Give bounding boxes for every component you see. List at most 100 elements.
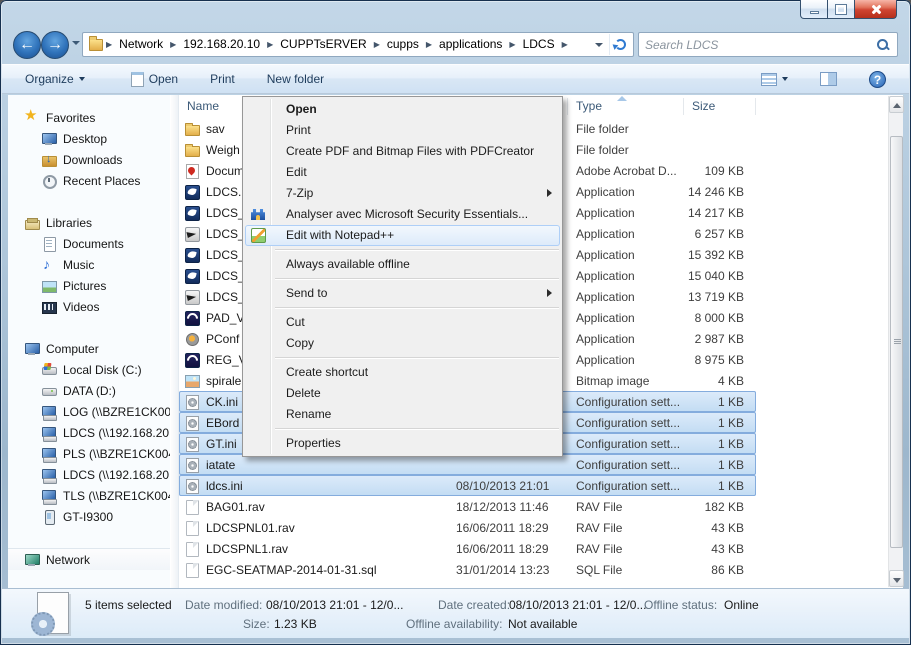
- sidebar-item-computer[interactable]: Computer: [8, 338, 170, 359]
- file-row-ldcspnl1-rav[interactable]: LDCSPNL1.rav16/06/2011 18:29RAV File43 K…: [179, 538, 756, 559]
- navigation-bar: ← → ▶Network▶192.168.20.10▶CUPPTsERVER▶c…: [0, 28, 911, 64]
- sidebar-item-pls-bzre1ck0040[interactable]: PLS (\\BZRE1CK0040: [8, 443, 170, 464]
- menu-item-7-zip[interactable]: 7-Zip: [245, 183, 560, 204]
- menu-item-copy[interactable]: Copy: [245, 333, 560, 354]
- date-created-label: Date created:: [438, 598, 510, 612]
- address-dropdown-icon[interactable]: [595, 43, 603, 47]
- menu-item-edit[interactable]: Edit: [245, 162, 560, 183]
- menu-item-cut[interactable]: Cut: [245, 312, 560, 333]
- search-input[interactable]: [639, 38, 875, 52]
- file-row-egc-seatmap-2014-01-31-sql[interactable]: EGC-SEATMAP-2014-01-31.sql31/01/2014 13:…: [179, 559, 756, 580]
- file-size: 1 KB: [684, 395, 744, 409]
- sidebar-item-network[interactable]: Network: [8, 549, 170, 570]
- menu-item-always-available-offline[interactable]: Always available offline: [245, 254, 560, 275]
- file-name: LDCS.: [206, 185, 241, 199]
- sidebar-item-documents[interactable]: Documents: [8, 233, 170, 254]
- doc-icon: [184, 541, 201, 557]
- file-type: RAV File: [568, 521, 684, 535]
- column-header-size[interactable]: Size: [684, 95, 755, 118]
- file-row-ldcspnl01-rav[interactable]: LDCSPNL01.rav16/06/2011 18:29RAV File43 …: [179, 517, 756, 538]
- breadcrumb-item-192-168-20-10[interactable]: 192.168.20.10: [177, 33, 266, 56]
- menu-item-analyser-avec-microsoft-security-essentials[interactable]: Analyser avec Microsoft Security Essenti…: [245, 204, 560, 225]
- file-size: 1 KB: [684, 416, 744, 430]
- file-type: Bitmap image: [568, 374, 684, 388]
- help-button[interactable]: ?: [860, 67, 895, 92]
- sidebar-item-ldcs-192-168-20-1[interactable]: LDCS (\\192.168.20.1: [8, 464, 170, 485]
- history-dropdown-icon[interactable]: [72, 41, 80, 45]
- file-row-ldcs-ini[interactable]: ldcs.ini08/10/2013 21:01Configuration se…: [179, 475, 756, 496]
- organize-button[interactable]: Organize: [16, 68, 94, 90]
- search-icon[interactable]: [875, 37, 891, 53]
- breadcrumb-arrow-icon: ▶: [508, 40, 516, 49]
- appplane-icon: [184, 226, 201, 242]
- sidebar-item-videos[interactable]: Videos: [8, 296, 170, 317]
- file-size: 8 000 KB: [684, 311, 744, 325]
- sidebar-item-pictures[interactable]: Pictures: [8, 275, 170, 296]
- print-button[interactable]: Print: [201, 68, 244, 90]
- scroll-down-button[interactable]: [889, 570, 904, 587]
- maximize-button[interactable]: [828, 0, 855, 19]
- breadcrumb-arrow-icon: ▶: [169, 40, 177, 49]
- folder-icon: [89, 39, 103, 51]
- sidebar-item-desktop[interactable]: Desktop: [8, 128, 170, 149]
- new-folder-button[interactable]: New folder: [258, 68, 333, 90]
- breadcrumb-item-network[interactable]: Network: [113, 33, 169, 56]
- menu-item-delete[interactable]: Delete: [245, 383, 560, 404]
- sidebar-item-favorites[interactable]: Favorites: [8, 107, 170, 128]
- sidebar-item-gt-i9300[interactable]: GT-I9300: [8, 506, 170, 527]
- menu-item-properties[interactable]: Properties: [245, 433, 560, 454]
- menu-item-print[interactable]: Print: [245, 120, 560, 141]
- close-button[interactable]: [855, 0, 897, 19]
- sidebar-item-local-disk-c[interactable]: Local Disk (C:): [8, 359, 170, 380]
- menu-item-edit-with-notepad[interactable]: Edit with Notepad++: [245, 225, 560, 246]
- file-size: 43 KB: [684, 542, 744, 556]
- file-type: Configuration sett...: [568, 437, 684, 451]
- menu-item-send-to[interactable]: Send to: [245, 283, 560, 304]
- sidebar-item-downloads[interactable]: Downloads: [8, 149, 170, 170]
- file-type: Application: [568, 332, 684, 346]
- menu-separator: [275, 249, 559, 251]
- file-row-iatate[interactable]: iatateConfiguration sett...1 KB: [179, 454, 756, 475]
- breadcrumb-item-ldcs[interactable]: LDCS: [517, 33, 561, 56]
- sidebar-item-libraries[interactable]: Libraries: [8, 212, 170, 233]
- sidebar-item-tls-bzre1ck0040[interactable]: TLS (\\BZRE1CK0040: [8, 485, 170, 506]
- scroll-up-button[interactable]: [889, 96, 904, 113]
- breadcrumb-item-cupps[interactable]: cupps: [381, 33, 425, 56]
- menu-item-rename[interactable]: Rename: [245, 404, 560, 425]
- file-name: GT.ini: [206, 437, 237, 451]
- sidebar-item-music[interactable]: Music: [8, 254, 170, 275]
- address-bar[interactable]: ▶Network▶192.168.20.10▶CUPPTsERVER▶cupps…: [82, 32, 634, 57]
- breadcrumb-item-applications[interactable]: applications: [433, 33, 508, 56]
- pane-splitter[interactable]: [170, 95, 179, 588]
- appblue-icon: [184, 205, 201, 221]
- views-button[interactable]: [752, 69, 797, 90]
- file-name: LDCS_: [206, 290, 245, 304]
- sidebar-item-ldcs-192-168-20-1[interactable]: LDCS (\\192.168.20.1: [8, 422, 170, 443]
- offline-availability-label: Offline availability:: [406, 617, 503, 631]
- sidebar-item-data-d[interactable]: DATA (D:): [8, 380, 170, 401]
- offline-status-label: Offline status:: [644, 598, 717, 612]
- sidebar-item-recent-places[interactable]: Recent Places: [8, 170, 170, 191]
- open-button[interactable]: Open: [122, 68, 187, 91]
- notepad-icon: [131, 72, 144, 87]
- minimize-button[interactable]: [800, 0, 828, 19]
- sidebar-item-log-bzre1ck004[interactable]: LOG (\\BZRE1CK004: [8, 401, 170, 422]
- ini-icon: [184, 394, 201, 410]
- menu-item-create-pdf-and-bitmap-files-with-pdfcreator[interactable]: Create PDF and Bitmap Files with PDFCrea…: [245, 141, 560, 162]
- scrollbar-thumb[interactable]: [890, 136, 903, 548]
- file-row-bag01-rav[interactable]: BAG01.rav18/12/2013 11:46RAV File182 KB: [179, 496, 756, 517]
- menu-item-create-shortcut[interactable]: Create shortcut: [245, 362, 560, 383]
- preview-pane-button[interactable]: [811, 68, 846, 90]
- refresh-button[interactable]: [609, 34, 631, 55]
- back-button[interactable]: ←: [13, 31, 41, 59]
- menu-item-open[interactable]: Open: [245, 99, 560, 120]
- forward-button[interactable]: →: [41, 31, 69, 59]
- breadcrumb-item-cupptserver[interactable]: CUPPTsERVER: [274, 33, 372, 56]
- breadcrumb-arrow-icon: ▶: [561, 40, 569, 49]
- recent-icon: [41, 173, 58, 189]
- file-type: Application: [568, 206, 684, 220]
- vertical-scrollbar[interactable]: [888, 96, 903, 587]
- menu-separator: [275, 428, 559, 430]
- favorites-icon: [24, 110, 41, 126]
- size-value: 1.23 KB: [274, 617, 317, 631]
